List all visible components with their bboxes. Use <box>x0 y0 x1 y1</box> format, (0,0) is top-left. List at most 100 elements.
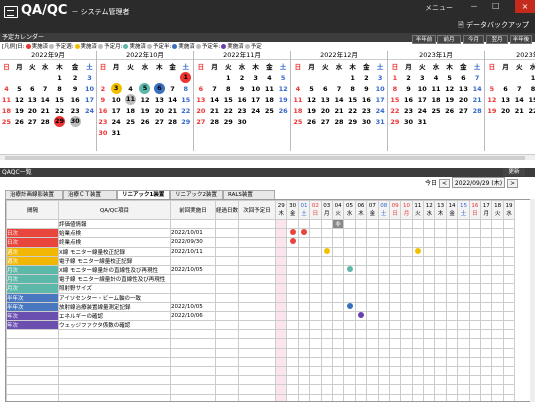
calendar-nav-button[interactable]: 今月 <box>463 35 484 44</box>
calendar-day[interactable]: 6 <box>152 83 166 94</box>
calendar-day[interactable]: 15 <box>346 94 360 105</box>
schedule-cell[interactable] <box>343 329 356 340</box>
calendar-day[interactable]: 20 <box>194 105 208 116</box>
calendar-day[interactable]: 22 <box>346 105 360 116</box>
calendar-day[interactable]: 17 <box>83 94 96 105</box>
schedule-cell[interactable] <box>502 356 516 368</box>
schedule-cell[interactable] <box>377 237 390 248</box>
calendar-day[interactable]: 14 <box>208 94 222 105</box>
schedule-cell[interactable] <box>423 292 436 303</box>
schedule-cell[interactable] <box>457 329 470 340</box>
schedule-cell[interactable] <box>343 375 356 386</box>
calendar-day[interactable]: 17 <box>249 94 263 105</box>
calendar-day[interactable]: 31 <box>415 116 429 127</box>
calendar-day[interactable]: 16 <box>67 94 83 105</box>
calendar-day[interactable]: 11 <box>429 83 443 94</box>
schedule-cell[interactable] <box>366 246 379 257</box>
schedule-cell[interactable] <box>411 292 425 303</box>
schedule-cell[interactable] <box>468 393 482 401</box>
calendar-nav-button[interactable]: 翌月 <box>486 35 508 44</box>
schedule-cell[interactable] <box>354 301 368 312</box>
schedule-cell[interactable] <box>366 310 379 322</box>
schedule-cell[interactable] <box>411 274 425 285</box>
table-row[interactable] <box>6 365 516 377</box>
schedule-cell[interactable] <box>502 365 516 377</box>
schedule-cell[interactable] <box>377 347 390 358</box>
calendar-day[interactable]: 21 <box>470 94 484 105</box>
schedule-cell[interactable] <box>445 320 459 331</box>
calendar-day[interactable]: 29 <box>388 116 402 127</box>
schedule-cell[interactable] <box>388 329 402 340</box>
schedule-cell[interactable] <box>423 384 436 395</box>
schedule-cell[interactable] <box>309 292 322 303</box>
calendar-day[interactable]: 19 <box>443 94 457 105</box>
calendar-day[interactable]: 9 <box>67 83 83 94</box>
schedule-cell[interactable] <box>502 310 516 322</box>
schedule-cell[interactable] <box>480 347 493 358</box>
schedule-cell[interactable] <box>480 237 493 248</box>
schedule-cell[interactable] <box>491 393 504 401</box>
calendar-day[interactable]: 29 <box>52 116 68 127</box>
calendar-day[interactable]: 27 <box>194 116 208 127</box>
calendar-day[interactable]: 6 <box>457 72 471 83</box>
schedule-cell[interactable] <box>366 365 379 377</box>
schedule-cell[interactable] <box>297 329 311 340</box>
schedule-cell[interactable] <box>320 347 333 358</box>
calendar-day[interactable]: 7 <box>39 83 52 94</box>
schedule-cell[interactable] <box>309 274 322 285</box>
schedule-cell[interactable] <box>331 283 345 294</box>
schedule-cell[interactable] <box>274 274 288 285</box>
schedule-cell[interactable] <box>468 237 482 248</box>
calendar-day[interactable]: 28 <box>332 116 346 127</box>
calendar-day[interactable]: 17 <box>109 105 123 116</box>
calendar-day[interactable]: 6 <box>26 83 39 94</box>
calendar-day[interactable] <box>318 72 332 83</box>
schedule-cell[interactable] <box>309 393 322 401</box>
calendar-day[interactable]: 18 <box>0 105 13 116</box>
schedule-cell[interactable] <box>400 365 413 377</box>
calendar-day[interactable] <box>138 127 152 138</box>
schedule-cell[interactable] <box>377 320 390 331</box>
calendar-day[interactable]: 8 <box>179 83 194 94</box>
calendar-day[interactable]: 4 <box>291 83 305 94</box>
calendar-day[interactable]: 20 <box>152 105 166 116</box>
schedule-cell[interactable] <box>274 218 288 230</box>
schedule-cell[interactable] <box>320 228 333 239</box>
schedule-cell[interactable] <box>309 246 322 257</box>
calendar-day[interactable]: 23 <box>402 105 416 116</box>
schedule-cell[interactable] <box>388 393 402 401</box>
calendar-day[interactable]: 30 <box>402 116 416 127</box>
schedule-cell[interactable] <box>274 375 288 386</box>
calendar-nav-button[interactable]: 半年後 <box>510 35 532 44</box>
schedule-cell[interactable] <box>468 375 482 386</box>
schedule-cell[interactable] <box>502 283 516 294</box>
update-button[interactable]: 更新 <box>503 168 525 176</box>
schedule-cell[interactable] <box>457 320 470 331</box>
schedule-cell[interactable] <box>354 347 368 358</box>
schedule-cell[interactable] <box>309 228 322 239</box>
calendar-day[interactable] <box>249 116 263 127</box>
schedule-cell[interactable] <box>480 356 493 368</box>
calendar-day[interactable]: 30 <box>235 116 249 127</box>
schedule-cell[interactable] <box>457 246 470 257</box>
schedule-cell[interactable] <box>286 255 299 266</box>
table-row[interactable]: 半年次 放射線治療装置線量測定記録 2022/10/05 <box>6 301 516 312</box>
calendar-day[interactable]: 26 <box>138 116 152 127</box>
schedule-cell[interactable] <box>445 310 459 322</box>
schedule-cell[interactable] <box>274 264 288 276</box>
schedule-cell[interactable] <box>480 292 493 303</box>
schedule-cell[interactable] <box>434 384 447 395</box>
schedule-cell[interactable] <box>297 237 311 248</box>
calendar-day[interactable]: 18 <box>291 105 305 116</box>
schedule-cell[interactable] <box>457 228 470 239</box>
table-row[interactable] <box>6 375 516 386</box>
calendar-day[interactable]: 1 <box>346 72 360 83</box>
schedule-cell[interactable] <box>480 320 493 331</box>
schedule-cell[interactable] <box>331 301 345 312</box>
schedule-cell[interactable] <box>457 264 470 276</box>
calendar-day[interactable]: 10 <box>109 94 123 105</box>
schedule-cell[interactable] <box>468 246 482 257</box>
schedule-cell[interactable] <box>400 347 413 358</box>
calendar-day[interactable] <box>167 127 179 138</box>
schedule-cell[interactable] <box>434 218 447 230</box>
